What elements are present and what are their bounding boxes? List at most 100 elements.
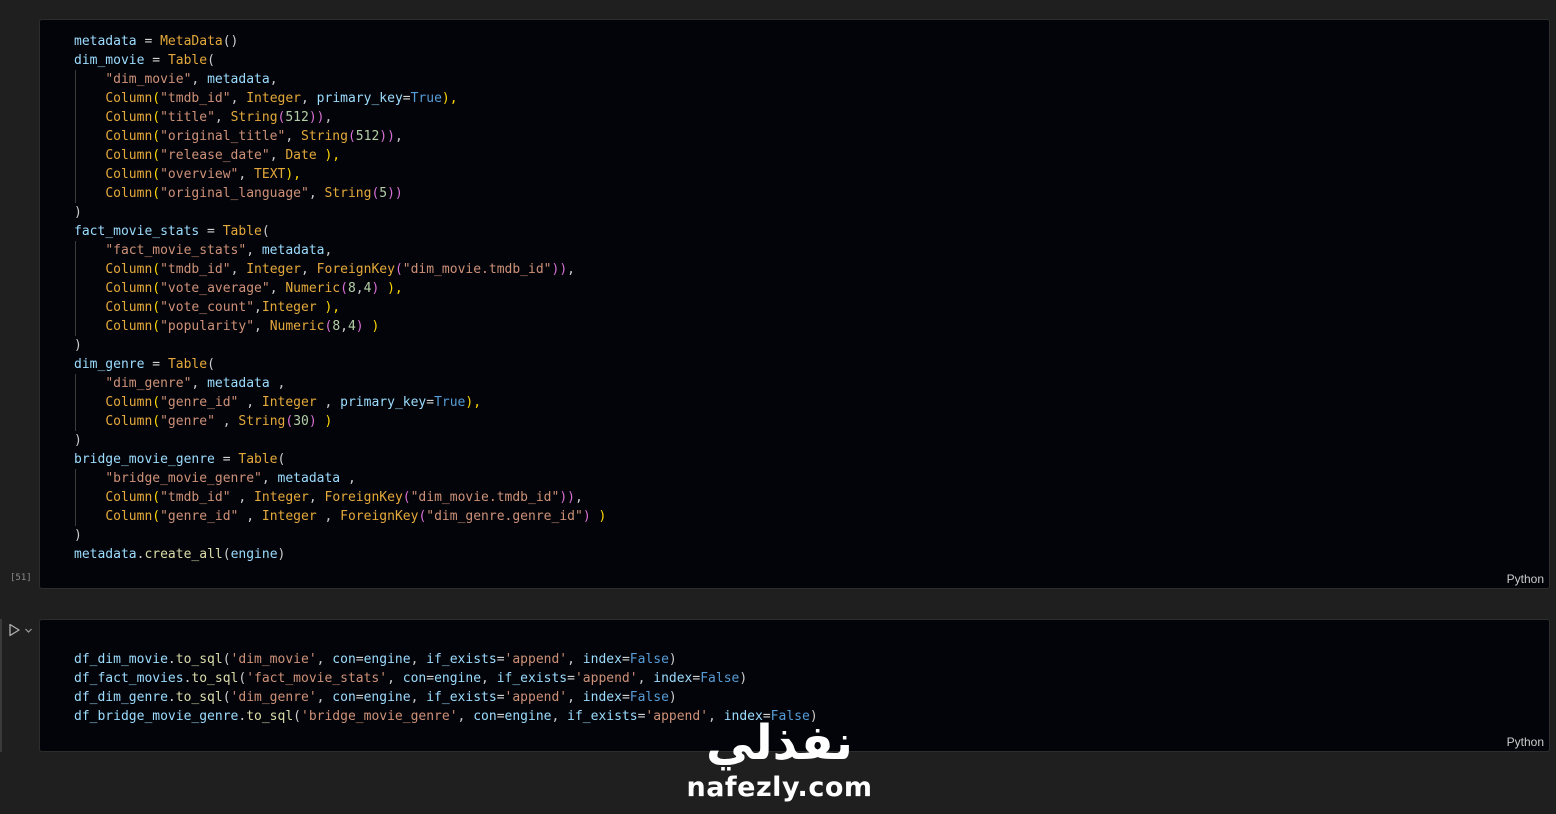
code-token: )) xyxy=(308,110,325,125)
code-token: ( xyxy=(277,452,286,467)
code-token: Table xyxy=(167,357,208,372)
code-token: False xyxy=(700,671,740,686)
code-line[interactable]: Column("title", String(512)), xyxy=(74,108,606,127)
code-token: df_bridge_movie_genre xyxy=(74,709,239,724)
code-token: , xyxy=(269,72,278,87)
code-token: = xyxy=(144,53,168,68)
code-token: ( xyxy=(152,167,161,182)
indent-guide xyxy=(75,298,76,317)
code-line[interactable]: metadata = MetaData() xyxy=(74,32,606,51)
code-line[interactable]: "fact_movie_stats", metadata, xyxy=(74,241,606,260)
code-token: )) xyxy=(387,186,403,201)
code-token: ( xyxy=(347,129,356,144)
code-line[interactable]: fact_movie_stats = Table( xyxy=(74,222,606,241)
cell-language-label[interactable]: Python xyxy=(1507,735,1544,749)
code-line[interactable]: Column("genre_id" , Integer , primary_ke… xyxy=(74,393,606,412)
indent-guide xyxy=(75,241,76,260)
code-token: ( xyxy=(222,690,231,705)
code-token: ) xyxy=(363,319,380,334)
code-token: , xyxy=(230,490,255,505)
code-line[interactable]: ) xyxy=(74,203,606,222)
run-cell-button[interactable] xyxy=(8,622,36,638)
code-line[interactable]: df_dim_movie.to_sql('dim_movie', con=eng… xyxy=(74,650,818,669)
code-token: ( xyxy=(152,414,161,429)
code-token: 30 xyxy=(293,414,309,429)
code-token: , xyxy=(214,110,231,125)
code-cell-1[interactable]: metadata = MetaData() dim_movie = Table( … xyxy=(39,19,1550,589)
code-token: 4 xyxy=(347,319,356,334)
code-token: 8 xyxy=(347,281,356,296)
code-token: 'bridge_movie_genre' xyxy=(301,709,458,724)
code-token: engine xyxy=(363,652,411,667)
chevron-down-icon[interactable] xyxy=(24,626,33,635)
code-token: )) xyxy=(551,262,568,277)
code-token: ( xyxy=(152,110,161,125)
cell-language-label[interactable]: Python xyxy=(1507,572,1544,586)
run-icon[interactable] xyxy=(8,623,21,637)
code-token: , xyxy=(567,652,583,667)
code-line[interactable]: dim_movie = Table( xyxy=(74,51,606,70)
code-token: to_sql xyxy=(175,652,223,667)
code-token: "overview" xyxy=(160,167,239,182)
code-line[interactable]: Column("tmdb_id", Integer, primary_key=T… xyxy=(74,89,606,108)
code-token: False xyxy=(629,652,669,667)
code-line[interactable]: Column("tmdb_id", Integer, ForeignKey("d… xyxy=(74,260,606,279)
code-token: = xyxy=(402,91,411,106)
code-token: "title" xyxy=(160,110,215,125)
code-line[interactable]: ) xyxy=(74,336,606,355)
code-token: Column xyxy=(105,281,153,296)
code-line[interactable]: df_fact_movies.to_sql('fact_movie_stats'… xyxy=(74,669,818,688)
code-line[interactable]: Column("genre" , String(30) ) xyxy=(74,412,606,431)
code-line[interactable]: Column("vote_count",Integer ), xyxy=(74,298,606,317)
code-token: con xyxy=(473,709,497,724)
code-token: con xyxy=(402,671,427,686)
code-token: , xyxy=(637,671,654,686)
code-line[interactable]: "bridge_movie_genre", metadata , xyxy=(74,469,606,488)
code-token: ( xyxy=(152,319,161,334)
code-token: = xyxy=(355,690,364,705)
code-line[interactable]: metadata.create_all(engine) xyxy=(74,545,606,564)
indent-guide xyxy=(75,317,76,336)
code-token: ) xyxy=(590,509,607,524)
code-line[interactable]: Column("genre_id" , Integer , ForeignKey… xyxy=(74,507,606,526)
code-line[interactable]: bridge_movie_genre = Table( xyxy=(74,450,606,469)
code-token: Column xyxy=(105,319,153,334)
code-line[interactable]: "dim_genre", metadata , xyxy=(74,374,606,393)
code-token: , xyxy=(254,300,262,315)
code-line[interactable]: Column("original_title", String(512)), xyxy=(74,127,606,146)
code-token: metadata xyxy=(277,471,341,486)
code-line[interactable]: Column("vote_average", Numeric(8,4) ), xyxy=(74,279,606,298)
code-token: ) xyxy=(355,319,364,334)
code-token: String xyxy=(324,186,372,201)
cell-focus-indicator xyxy=(0,619,2,752)
code-line[interactable]: ) xyxy=(74,526,606,545)
code-line[interactable]: dim_genre = Table( xyxy=(74,355,606,374)
indent-guide xyxy=(75,507,76,526)
code-line[interactable]: "dim_movie", metadata, xyxy=(74,70,606,89)
code-token: Integer xyxy=(261,509,317,524)
code-token: ) xyxy=(74,528,82,543)
code-token: ( xyxy=(222,652,231,667)
code-token: metadata xyxy=(207,72,270,87)
code-line[interactable]: Column("tmdb_id" , Integer, ForeignKey("… xyxy=(74,488,606,507)
code-token: Integer xyxy=(254,490,309,505)
code-token: engine xyxy=(434,671,482,686)
code-line[interactable]: Column("original_language", String(5)) xyxy=(74,184,606,203)
code-line[interactable]: Column("popularity", Numeric(8,4) ) xyxy=(74,317,606,336)
code-line[interactable]: Column("overview", TEXT), xyxy=(74,165,606,184)
code-token: ) xyxy=(316,414,333,429)
code-editor-1[interactable]: metadata = MetaData() dim_movie = Table( … xyxy=(74,32,606,564)
code-token: , xyxy=(316,395,341,410)
code-token: , xyxy=(308,490,325,505)
code-token: = xyxy=(621,652,630,667)
code-token: , xyxy=(316,690,333,705)
code-line[interactable]: df_dim_genre.to_sql('dim_genre', con=eng… xyxy=(74,688,818,707)
code-token: ForeignKey xyxy=(316,262,395,277)
code-token: , xyxy=(238,509,262,524)
code-line[interactable]: Column("release_date", Date ), xyxy=(74,146,606,165)
code-line[interactable]: ) xyxy=(74,431,606,450)
code-token: Table xyxy=(238,452,278,467)
